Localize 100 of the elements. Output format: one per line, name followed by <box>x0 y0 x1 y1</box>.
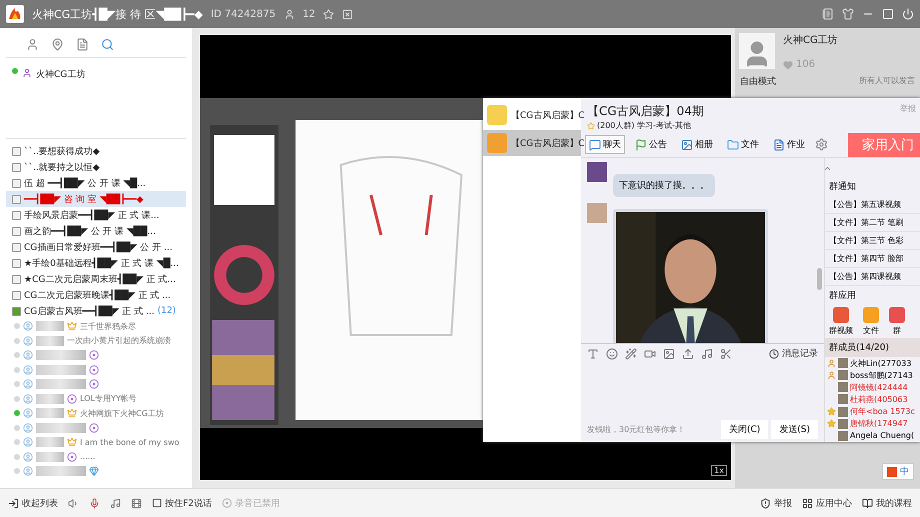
avatar-icon <box>838 382 848 392</box>
channel-item[interactable]: ``..要想获得成功◆ <box>6 143 186 159</box>
notice-item[interactable]: 【文件】第三节 色彩 <box>825 232 920 250</box>
member-row[interactable]: 一次由小黄片引起的系统崩溃 <box>6 334 186 348</box>
channel-item[interactable]: CG二次元启蒙班晚课┫██◤ 正 式 ... <box>6 287 186 303</box>
level-icon <box>67 394 77 404</box>
film-icon[interactable] <box>131 498 142 508</box>
channel-item[interactable]: 画之韵━━┫██◤ 公 开 课 ◥██... <box>6 223 186 239</box>
person-icon <box>22 68 32 78</box>
push-to-talk-button[interactable]: 按住F2说话 <box>152 496 212 510</box>
collapse-icon[interactable] <box>825 164 832 173</box>
avatar-icon <box>838 418 848 429</box>
avatar-icon <box>23 437 33 448</box>
member-signature: 一次由小黄片引起的系统崩溃 <box>67 335 171 346</box>
member-name[interactable]: boss邹鹏(27143 <box>850 370 913 381</box>
section-title: 群成员(14/20) <box>825 338 920 357</box>
member-name[interactable]: 阿镜镜(424444 <box>850 382 908 393</box>
avatar-icon <box>838 430 848 441</box>
avatar-icon <box>23 336 33 346</box>
my-courses-button[interactable]: 我的课程 <box>862 496 912 510</box>
maximize-icon[interactable] <box>882 8 894 20</box>
document-icon[interactable] <box>76 38 89 51</box>
member-row[interactable]: LOL专用YY帐号 <box>6 392 186 406</box>
box-icon[interactable] <box>342 8 354 20</box>
avatar-icon <box>23 321 33 332</box>
member-signature: I am the bone of my swo <box>80 438 180 447</box>
member-name[interactable]: Angela Chueng( <box>850 431 914 440</box>
blurred-name <box>36 452 64 462</box>
member-signature: ...... <box>80 452 96 462</box>
notice-item[interactable]: 【文件】第四节 脸部 <box>825 250 920 268</box>
chat-tab[interactable]: 作业 <box>769 135 809 154</box>
report-button[interactable]: 举报 <box>760 496 792 510</box>
channel-item[interactable]: ``..就要持之以恒◆ <box>6 159 186 175</box>
ime-toolbar[interactable]: 中 <box>882 463 914 480</box>
collapse-list-button[interactable]: 收起列表 <box>8 496 58 510</box>
host-name: 火神CG工坊 <box>783 34 838 47</box>
avatar-icon <box>23 466 33 476</box>
channel-item[interactable]: CG启蒙古风班━━┫██◤ 正 式 ... (12) <box>6 303 186 319</box>
person-icon <box>827 358 836 368</box>
member-name[interactable]: 何年<boa 1573c <box>850 406 915 418</box>
blurred-name <box>36 394 64 404</box>
channel-item[interactable]: ━━┫██◤ 咨 询 室 ◥██┣━━◆ <box>6 191 186 207</box>
status-dot <box>12 68 18 74</box>
channel-item[interactable]: ★手绘0基础远程┫██◤ 正 式 课 ◥█... <box>6 255 186 271</box>
book-icon <box>862 498 873 508</box>
notebook-icon[interactable] <box>822 8 834 20</box>
avatar-icon <box>23 452 33 462</box>
level-icon <box>89 422 99 433</box>
microphone-icon[interactable] <box>89 498 100 508</box>
send-button[interactable]: 发送(S) <box>771 420 818 439</box>
person-icon <box>827 370 836 380</box>
member-row[interactable]: 火神网旗下火神CG工坊 <box>6 406 186 420</box>
blurred-name <box>36 321 64 332</box>
star-icon <box>827 407 836 416</box>
blurred-name <box>36 422 86 433</box>
shirt-icon[interactable] <box>842 8 854 20</box>
grid-icon <box>802 498 813 508</box>
avatar-icon <box>23 394 33 404</box>
location-icon[interactable] <box>51 38 64 51</box>
collapse-icon <box>8 498 19 508</box>
settings-icon[interactable] <box>815 138 828 151</box>
notice-item[interactable]: 【文件】第二节 笔刷 <box>825 214 920 232</box>
member-signature: 三千世界鸦杀尽 <box>80 320 136 332</box>
member-name[interactable]: 杜莉燕(405063 <box>850 394 908 405</box>
star-icon <box>827 419 836 428</box>
history-button[interactable]: 消息记录 <box>769 347 818 360</box>
channel-item[interactable]: 手绘风景启蒙━━┫██◤ 正 式 课... <box>6 207 186 223</box>
blurred-name <box>36 437 64 448</box>
member-row[interactable]: I am the bone of my swo <box>6 435 186 450</box>
app-item[interactable]: 群视频 <box>829 307 853 336</box>
scrollbar[interactable] <box>817 268 822 290</box>
member-signature: 火神网旗下火神CG工坊 <box>80 408 164 419</box>
member-row[interactable]: ...... <box>6 450 186 464</box>
speak-rule: 所有人可以发言 <box>859 75 915 87</box>
member-count: (12) <box>157 306 176 316</box>
speaker-icon[interactable] <box>68 498 79 508</box>
logo-icon <box>6 5 24 23</box>
close-button[interactable]: 关闭(C) <box>720 420 768 439</box>
notice-item[interactable]: 【公告】第五课视频 <box>825 196 920 214</box>
heart-icon <box>783 60 793 70</box>
member-name[interactable]: 火神Lin(277033 <box>850 358 912 369</box>
avatar-icon <box>23 364 33 375</box>
channel-item[interactable]: CG插画日常爱好班━━┫██◤ 公 开 ... <box>6 239 186 255</box>
notice-item[interactable]: 【公告】第四课视频 <box>825 268 920 286</box>
star-icon[interactable] <box>323 8 334 20</box>
person-icon <box>284 8 295 20</box>
contacts-icon[interactable] <box>26 38 39 51</box>
crown-icon <box>67 321 77 332</box>
app-center-button[interactable]: 应用中心 <box>802 496 852 510</box>
music-icon[interactable] <box>110 498 121 508</box>
channel-item[interactable]: 伍 超 ━━┫██◤ 公 开 课 ◥█... <box>6 175 186 191</box>
member-name[interactable]: 唐锦秋(174947 <box>850 418 908 430</box>
member-row[interactable]: 三千世界鸦杀尽 <box>6 319 186 334</box>
search-icon[interactable] <box>101 38 114 51</box>
ime-logo-icon <box>887 466 897 476</box>
chat-tab[interactable]: 文件 <box>723 135 763 154</box>
blurred-name <box>36 408 64 418</box>
blurred-name <box>36 350 86 360</box>
power-icon[interactable] <box>902 8 914 20</box>
channel-item[interactable]: ★CG二次元启蒙周末班┫██◤ 正 式... <box>6 271 186 287</box>
